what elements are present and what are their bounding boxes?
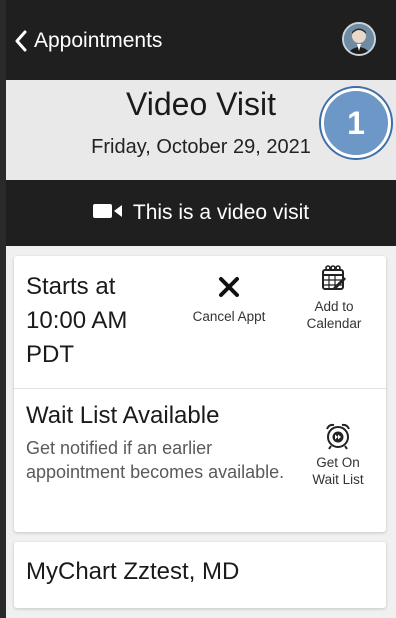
start-time-line: Starts at (26, 273, 116, 300)
card-divider (14, 388, 386, 389)
add-to-calendar-button[interactable]: Add to Calendar (294, 264, 374, 332)
get-on-wait-list-button[interactable]: Get On Wait List (296, 422, 380, 488)
user-avatar[interactable] (342, 22, 376, 56)
add-to-calendar-label: Calendar (306, 316, 362, 331)
x-icon (174, 276, 284, 298)
start-time: Starts at 10:00 AM PDT (26, 270, 176, 372)
add-to-calendar-label: Add to (314, 299, 354, 314)
get-on-wait-list-label: Wait List (312, 472, 364, 487)
alarm-clock-icon (296, 422, 380, 450)
start-time-line: PDT (26, 341, 74, 368)
chevron-left-icon (14, 30, 28, 52)
appointment-details-card: Starts at 10:00 AM PDT Cancel Appt Add t… (14, 256, 386, 532)
calendar-add-icon (294, 264, 374, 292)
video-camera-icon (92, 202, 123, 225)
cancel-appointment-label: Cancel Appt (192, 309, 266, 324)
provider-card[interactable]: MyChart Zztest, MD (14, 542, 386, 608)
provider-name: MyChart Zztest, MD (26, 558, 240, 585)
back-button[interactable]: Appointments (14, 22, 162, 60)
start-time-line: 10:00 AM (26, 307, 128, 334)
wait-list-description: Get notified if an earlier appointment b… (26, 438, 285, 482)
cancel-appointment-button[interactable]: Cancel Appt (174, 276, 284, 325)
callout-number-badge: 1 (321, 88, 391, 158)
wait-list-title: Wait List Available (26, 402, 220, 429)
back-label: Appointments (34, 29, 163, 52)
top-nav-bar: Appointments (6, 0, 396, 80)
video-visit-banner: This is a video visit (6, 180, 396, 246)
get-on-wait-list-label: Get On (316, 455, 360, 470)
banner-text: This is a video visit (132, 201, 310, 224)
